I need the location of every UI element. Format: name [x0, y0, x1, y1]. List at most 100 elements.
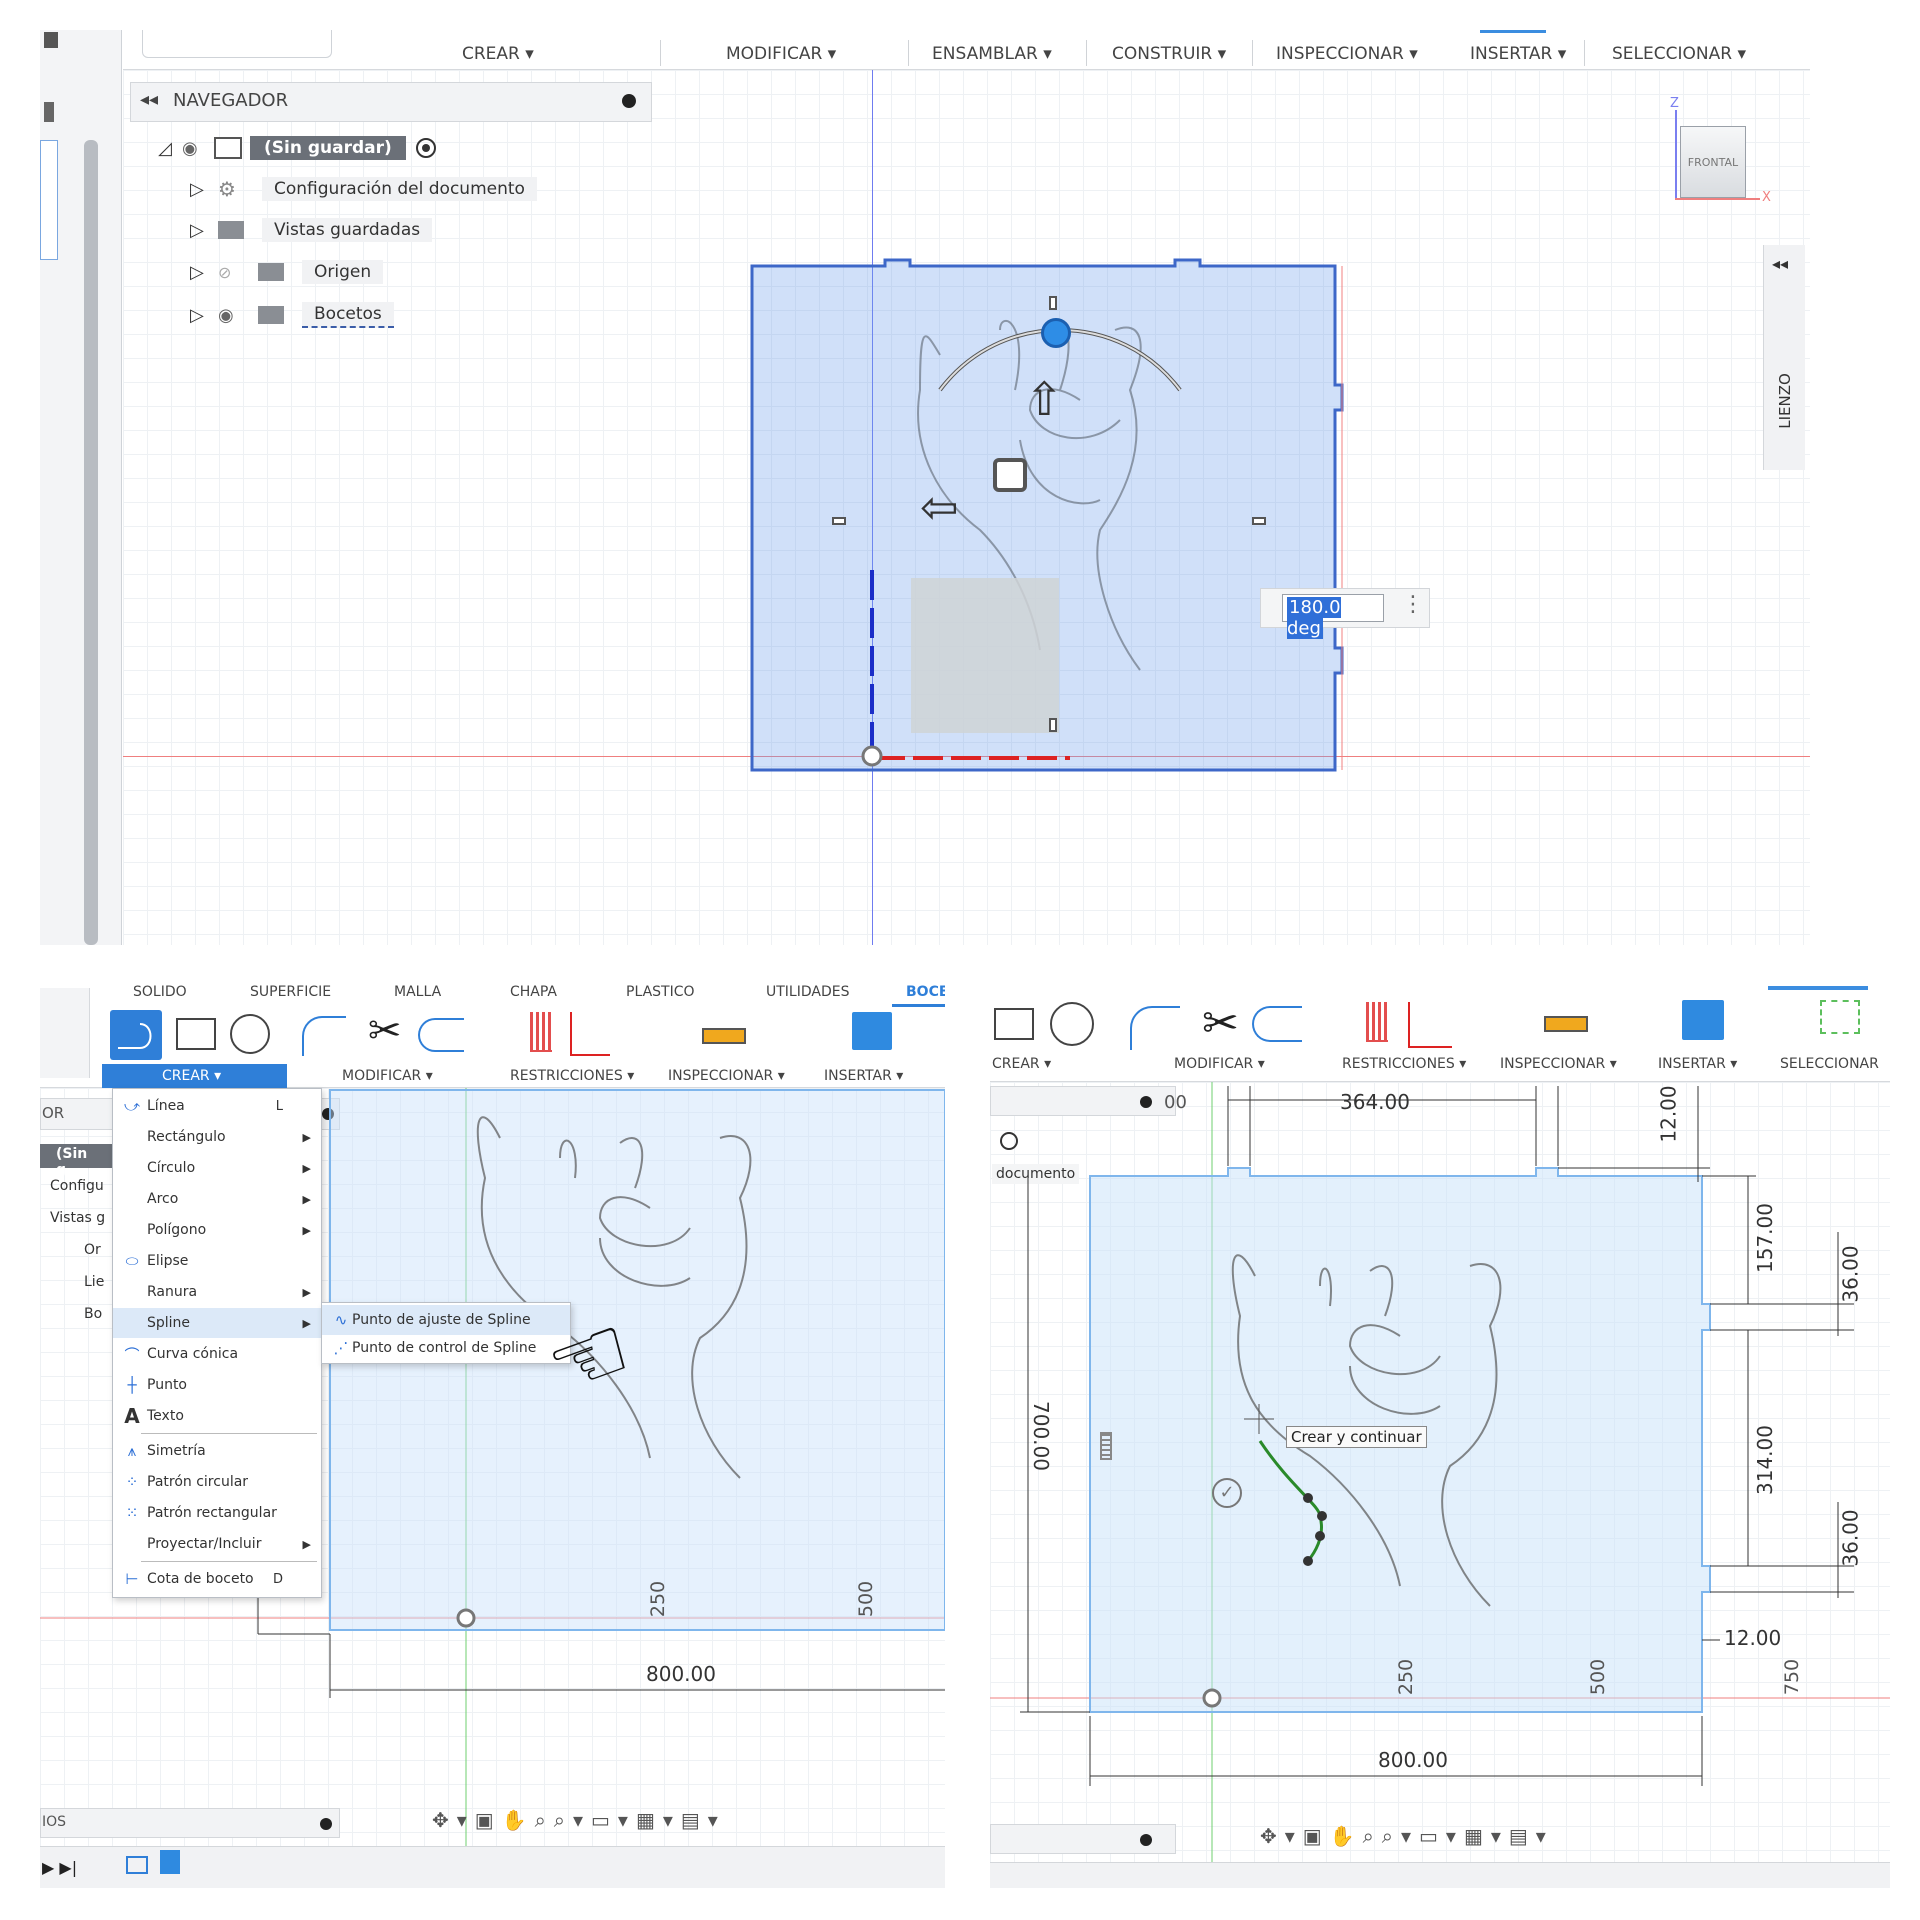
submenu-arrow-icon: ▶	[302, 1223, 311, 1237]
bottom-panel-pin-icon[interactable]	[1140, 1834, 1152, 1846]
text-icon: A	[124, 1404, 140, 1428]
dimension-800[interactable]: 800.00	[1378, 1748, 1448, 1772]
menu-item-label: Punto	[147, 1377, 187, 1393]
scale-handle-right[interactable]	[1252, 517, 1266, 525]
ellipse-icon: ⬭	[125, 1252, 139, 1270]
crear-dropdown-menu: ⤻ Línea L Rectángulo ▶ Círculo ▶ Arco ▶ Polígono ▶…	[112, 1088, 322, 1598]
bottom-panel-pin-icon[interactable]	[320, 1818, 332, 1830]
submenu-arrow-icon: ▶	[302, 1537, 311, 1551]
bottom-right-screenshot: ✂ CREAR ▾ MODIFICAR ▾ RESTRICCIONES ▾ IN…	[990, 986, 1890, 1888]
dimension-364[interactable]: 364.00	[1340, 1090, 1410, 1114]
menu-item-texto[interactable]: A Texto	[113, 1401, 321, 1431]
menu-item-label: Texto	[147, 1408, 184, 1424]
dimension-12-top[interactable]: 12.00	[1657, 1085, 1681, 1142]
menu-item-curva-cónica[interactable]: ⌒ Curva cónica	[113, 1339, 321, 1369]
spline-point	[1315, 1531, 1325, 1541]
submenu-arrow-icon: ▶	[302, 1161, 311, 1175]
menu-item-línea[interactable]: ⤻ Línea L	[113, 1091, 321, 1121]
menu-item-label: Rectángulo	[147, 1129, 226, 1145]
dimension-700[interactable]: 700.00	[1029, 1401, 1053, 1471]
shortcut-label: L	[275, 1098, 283, 1114]
bottom-panel-label: IOS	[42, 1814, 67, 1830]
menu-item-patrón-rectangular[interactable]: ⁙ Patrón rectangular	[113, 1498, 321, 1528]
menu-separator	[141, 1433, 317, 1434]
dimension-icon: ⊢	[125, 1570, 139, 1588]
menu-item-label: Proyectar/Incluir	[147, 1536, 262, 1552]
bottom-panel-bar	[40, 1808, 340, 1838]
tick-label: 500	[1587, 1658, 1610, 1696]
timeline-bar	[990, 1862, 1890, 1888]
origin-point	[456, 1608, 476, 1628]
submenu-label: Punto de ajuste de Spline	[352, 1312, 531, 1328]
menu-item-label: Línea	[147, 1098, 185, 1114]
move-left-arrow-icon[interactable]: ⇦	[920, 480, 959, 534]
navigation-toolbar[interactable]: ✥▾▣✋⌕⌕▾▭▾▦▾▤▾	[432, 1808, 767, 1838]
menu-item-polígono[interactable]: Polígono ▶	[113, 1215, 321, 1245]
free-move-box-icon[interactable]	[993, 458, 1027, 492]
spline-point	[1303, 1556, 1313, 1566]
menu-item-label: Spline	[147, 1315, 191, 1331]
menu-item-rectángulo[interactable]: Rectángulo ▶	[113, 1122, 321, 1152]
submenu-label: Punto de control de Spline	[352, 1340, 537, 1356]
menu-item-círculo[interactable]: Círculo ▶	[113, 1153, 321, 1183]
dimension-314[interactable]: 314.00	[1753, 1425, 1777, 1495]
submenu-control-point-spline[interactable]: ⋰ Punto de control de Spline	[322, 1333, 570, 1363]
navigation-toolbar[interactable]: ✥▾▣✋⌕⌕▾▭▾▦▾▤▾	[1260, 1824, 1600, 1854]
angle-options-icon[interactable]: ⋮	[1402, 592, 1424, 617]
scale-handle-bottom[interactable]	[1049, 718, 1057, 732]
timeline-marker-icon[interactable]	[160, 1850, 180, 1874]
point-icon: ┼	[127, 1376, 137, 1394]
spline-submenu: ∿ Punto de ajuste de Spline ⋰ Punto de c…	[321, 1302, 571, 1364]
bottom-left-screenshot: SOLIDO SUPERFICIE MALLA CHAPA PLASTICO U…	[40, 978, 945, 1888]
constraint-glyph-icon	[1100, 1432, 1112, 1460]
menu-item-label: Patrón circular	[147, 1474, 249, 1490]
submenu-arrow-icon: ▶	[302, 1130, 311, 1144]
shortcut-label: D	[272, 1571, 283, 1587]
dimension-36-b[interactable]: 36.00	[1839, 1509, 1863, 1566]
menu-item-label: Arco	[147, 1191, 179, 1207]
dimension-12-right[interactable]: 12.00	[1724, 1626, 1781, 1650]
timeline-feature-icon[interactable]	[126, 1856, 148, 1874]
fit-spline-icon: ∿	[334, 1311, 348, 1329]
selection-box	[911, 578, 1059, 733]
menu-item-label: Polígono	[147, 1222, 207, 1238]
menu-item-spline[interactable]: Spline ▶	[113, 1308, 321, 1338]
spline-point	[1303, 1493, 1313, 1503]
conic-icon: ⌒	[124, 1345, 140, 1364]
top-screenshot: CREAR ▾ MODIFICAR ▾ ENSAMBLAR ▾ CONSTRUI…	[40, 30, 1810, 945]
submenu-arrow-icon: ▶	[302, 1316, 311, 1330]
menu-separator	[141, 1561, 317, 1562]
tick-label: 250	[1395, 1658, 1418, 1696]
rotation-handle[interactable]	[1041, 318, 1071, 348]
menu-item-cota-de-boceto[interactable]: ⊢ Cota de boceto D	[113, 1564, 321, 1594]
timeline-play-icon[interactable]: ▶ ▶|	[42, 1858, 77, 1877]
menu-item-elipse[interactable]: ⬭ Elipse	[113, 1246, 321, 1276]
menu-item-label: Ranura	[147, 1284, 198, 1300]
menu-item-label: Círculo	[147, 1160, 196, 1176]
tick-label: 250	[647, 1580, 670, 1618]
menu-item-proyectar-incluir[interactable]: Proyectar/Incluir ▶	[113, 1529, 321, 1559]
mirror-icon: ⩚	[127, 1442, 137, 1460]
menu-item-patrón-circular[interactable]: ⁘ Patrón circular	[113, 1467, 321, 1497]
rectangular-pattern-icon: ⁙	[125, 1504, 139, 1522]
dimension-36-a[interactable]: 36.00	[1839, 1245, 1863, 1302]
menu-item-label: Simetría	[147, 1443, 206, 1459]
menu-item-punto[interactable]: ┼ Punto	[113, 1370, 321, 1400]
scale-handle-left[interactable]	[832, 517, 846, 525]
submenu-arrow-icon: ▶	[302, 1192, 311, 1206]
menu-item-label: Curva cónica	[147, 1346, 239, 1362]
angle-input[interactable]: 180.0 deg	[1282, 594, 1384, 639]
origin-point	[1202, 1688, 1222, 1708]
line-icon: ⤻	[123, 1097, 141, 1115]
scale-handle-top[interactable]	[1049, 296, 1057, 310]
menu-item-ranura[interactable]: Ranura ▶	[113, 1277, 321, 1307]
confirm-check-icon[interactable]: ✓	[1212, 1478, 1242, 1508]
move-up-arrow-icon[interactable]: ⇧	[1025, 372, 1064, 426]
origin-point	[861, 745, 883, 767]
submenu-arrow-icon: ▶	[302, 1285, 311, 1299]
menu-item-simetría[interactable]: ⩚ Simetría	[113, 1436, 321, 1466]
menu-item-arco[interactable]: Arco ▶	[113, 1184, 321, 1214]
tooltip: Crear y continuar	[1286, 1426, 1427, 1448]
dimension-width[interactable]: 800.00	[646, 1662, 716, 1686]
dimension-157[interactable]: 157.00	[1753, 1203, 1777, 1273]
